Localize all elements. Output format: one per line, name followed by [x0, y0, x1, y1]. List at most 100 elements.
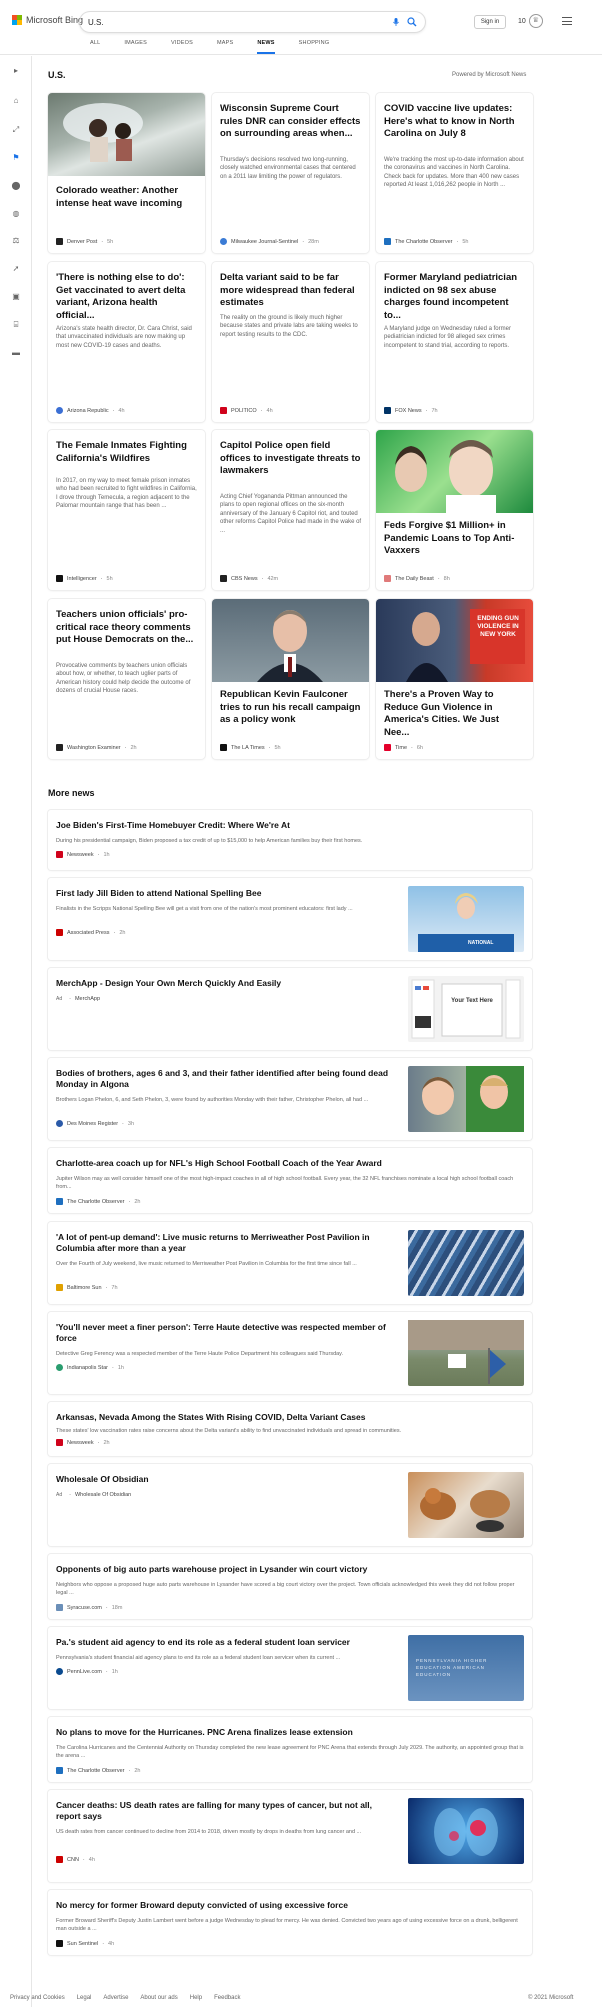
card-snippet: We're tracking the most up-to-date infor…: [384, 157, 524, 189]
tab-maps[interactable]: MAPS: [217, 40, 233, 54]
card-title: The Female Inmates Fighting California's…: [56, 440, 187, 464]
ad-label: Ad: [56, 1492, 63, 1498]
tab-images[interactable]: IMAGES: [124, 40, 147, 54]
card-source: FOX News · 7h: [384, 407, 438, 414]
news-card[interactable]: Teachers union officials' pro-critical r…: [48, 599, 205, 759]
card-snippet: Arizona's state health director, Dr. Car…: [56, 326, 192, 349]
news-list-item[interactable]: Arkansas, Nevada Among the States With R…: [48, 1402, 532, 1456]
footer-link-feedback[interactable]: Feedback: [214, 1995, 240, 2001]
ad-label: Ad: [56, 996, 63, 1002]
news-list-item[interactable]: No plans to move for the Hurricanes. PNC…: [48, 1717, 532, 1782]
globe-icon[interactable]: ◍: [11, 209, 21, 219]
item-source: Syracuse.com · 18m: [56, 1604, 122, 1611]
footer-link-about-ads[interactable]: About our ads: [140, 1995, 177, 2001]
news-card[interactable]: Republican Kevin Faulconer tries to run …: [212, 599, 369, 759]
bing-logo[interactable]: Microsoft Bing: [12, 15, 83, 25]
microphone-icon[interactable]: [391, 17, 401, 27]
news-card[interactable]: COVID vaccine live updates: Here's what …: [376, 93, 533, 253]
item-source: The Charlotte Observer · 2h: [56, 1767, 140, 1774]
item-thumbnail: [408, 1066, 524, 1132]
home-icon[interactable]: ⌂: [11, 96, 21, 106]
search-icon[interactable]: [407, 17, 417, 27]
source-logo-icon: [220, 744, 227, 751]
news-card[interactable]: Feds Forgive $1 Million+ in Pandemic Loa…: [376, 430, 533, 590]
powered-by-label: Powered by Microsoft News: [452, 72, 527, 78]
card-source: Arizona Republic · 4h: [56, 407, 125, 414]
item-snippet: Pennsylvania's student financial aid age…: [56, 1655, 341, 1661]
news-list-item[interactable]: Cancer deaths: US death rates are fallin…: [48, 1790, 532, 1882]
footer-link-privacy[interactable]: Privacy and Cookies: [10, 1995, 65, 2001]
item-source: Baltimore Sun · 7h: [56, 1284, 118, 1291]
news-list-item[interactable]: Charlotte-area coach up for NFL's High S…: [48, 1148, 532, 1213]
footer-link-help[interactable]: Help: [190, 1995, 202, 2001]
news-card[interactable]: Wisconsin Supreme Court rules DNR can co…: [212, 93, 369, 253]
source-logo-icon: [384, 238, 391, 245]
news-list-item[interactable]: First lady Jill Biden to attend National…: [48, 878, 532, 960]
item-title: No mercy for former Broward deputy convi…: [56, 1900, 348, 1910]
card-snippet: A Maryland judge on Wednesday ruled a fo…: [384, 326, 511, 349]
news-card[interactable]: Delta variant said to be far more widesp…: [212, 262, 369, 422]
location-pin-icon[interactable]: ⬤: [11, 181, 21, 191]
news-list-item[interactable]: Pa.'s student aid agency to end its role…: [48, 1627, 532, 1709]
ad-list-item[interactable]: MerchApp - Design Your Own Merch Quickly…: [48, 968, 532, 1050]
rocket-icon[interactable]: ➚: [11, 264, 21, 274]
ad-list-item[interactable]: Wholesale Of Obsidian Ad · Wholesale Of Ob…: [48, 1464, 532, 1546]
item-source: Indianapolis Star · 1h: [56, 1364, 124, 1371]
item-title: MerchApp - Design Your Own Merch Quickly…: [56, 978, 282, 988]
footer-link-advertise[interactable]: Advertise: [103, 1995, 128, 2001]
news-card[interactable]: ENDING GUN VIOLENCE IN NEW YORK There's …: [376, 599, 533, 759]
news-list-item[interactable]: No mercy for former Broward deputy convi…: [48, 1890, 532, 1955]
search-input[interactable]: U.S.: [88, 18, 391, 27]
source-logo-icon: [56, 1439, 63, 1446]
item-title: Wholesale Of Obsidian: [56, 1474, 149, 1484]
news-card[interactable]: Capitol Police open field offices to inv…: [212, 430, 369, 590]
tab-all[interactable]: ALL: [90, 40, 100, 54]
entertainment-icon[interactable]: ▣: [11, 292, 21, 302]
card-title: COVID vaccine live updates: Here's what …: [384, 103, 515, 139]
card-title: Delta variant said to be far more widesp…: [220, 272, 355, 308]
us-flag-icon[interactable]: ⚑: [11, 153, 21, 163]
item-title: Cancer deaths: US death rates are fallin…: [56, 1800, 373, 1821]
source-logo-icon: [56, 1940, 63, 1947]
tab-videos[interactable]: VIDEOS: [171, 40, 193, 54]
news-list-item[interactable]: Joe Biden's First-Time Homebuyer Credit:…: [48, 810, 532, 870]
tab-shopping[interactable]: SHOPPING: [299, 40, 330, 54]
item-source: CNN · 4h: [56, 1856, 95, 1863]
news-list-item[interactable]: Opponents of big auto parts warehouse pr…: [48, 1554, 532, 1619]
search-box[interactable]: U.S.: [80, 12, 425, 32]
news-card[interactable]: 'There is nothing else to do': Get vacci…: [48, 262, 205, 422]
card-source: CBS News · 42m: [220, 575, 278, 582]
source-logo-icon: [56, 1767, 63, 1774]
card-source: The Daily Beast · 8h: [384, 575, 450, 582]
item-title: Opponents of big auto parts warehouse pr…: [56, 1564, 368, 1574]
news-list-item[interactable]: Bodies of brothers, ages 6 and 3, and th…: [48, 1058, 532, 1140]
item-snippet: During his presidential campaign, Biden …: [56, 838, 363, 844]
item-title: Charlotte-area coach up for NFL's High S…: [56, 1158, 382, 1168]
news-list-item[interactable]: 'A lot of pent-up demand': Live music re…: [48, 1222, 532, 1304]
item-source: Ad · Wholesale Of Obsidian: [56, 1492, 132, 1498]
item-snippet: US death rates from cancer continued to …: [56, 1829, 362, 1835]
merch-shirt-text: Your Text Here: [451, 998, 493, 1004]
sign-in-button[interactable]: Sign in: [474, 15, 506, 29]
news-card[interactable]: Former Maryland pediatrician indicted on…: [376, 262, 533, 422]
bank-icon[interactable]: ⌸: [11, 320, 21, 330]
politics-icon[interactable]: ⚖: [11, 236, 21, 246]
news-card[interactable]: Colorado weather: Another intense heat w…: [48, 93, 205, 253]
card-title: Republican Kevin Faulconer tries to run …: [220, 689, 361, 725]
tab-news[interactable]: NEWS: [257, 40, 275, 54]
item-title: 'A lot of pent-up demand': Live music re…: [56, 1232, 370, 1253]
rally-sign: ENDING GUN VIOLENCE IN NEW YORK: [477, 615, 519, 638]
item-title: Joe Biden's First-Time Homebuyer Credit:…: [56, 820, 290, 830]
footer-links: Privacy and Cookies Legal Advertise Abou…: [10, 1995, 240, 2001]
source-logo-icon: [384, 407, 391, 414]
news-list-item[interactable]: 'You'll never meet a finer person': Terr…: [48, 1312, 532, 1394]
rewards-button[interactable]: 10 ♕: [518, 14, 543, 28]
source-logo-icon: [56, 929, 63, 936]
card-icon[interactable]: ▬: [11, 348, 21, 358]
footer-link-legal[interactable]: Legal: [77, 1995, 92, 2001]
expand-chevron-icon[interactable]: ▸: [11, 66, 21, 76]
source-logo-icon: [56, 575, 63, 582]
news-card[interactable]: The Female Inmates Fighting California's…: [48, 430, 205, 590]
trending-icon[interactable]: ⤢: [11, 125, 21, 135]
menu-icon[interactable]: [562, 17, 572, 25]
